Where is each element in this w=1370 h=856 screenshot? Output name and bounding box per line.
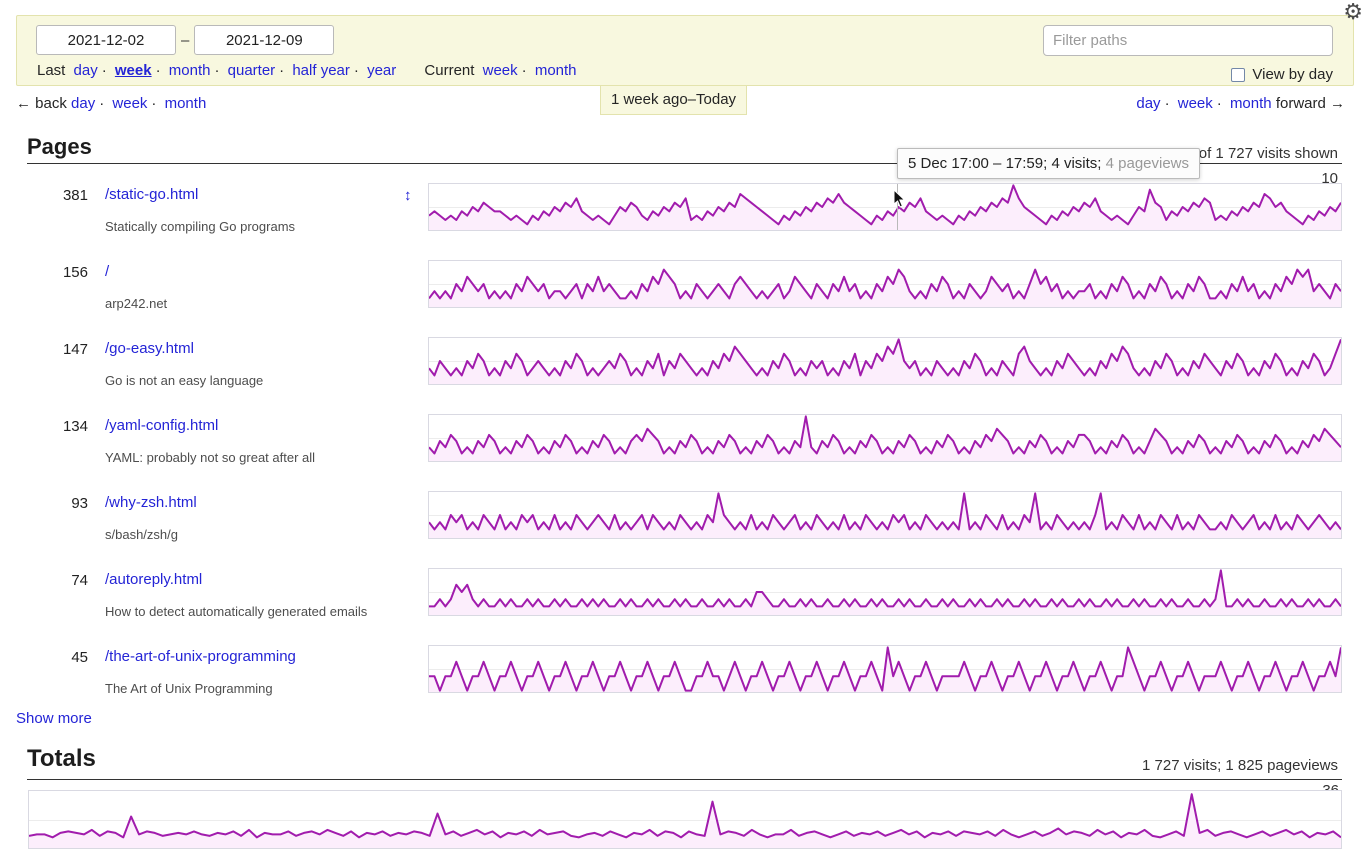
sparkline: [429, 184, 1341, 230]
pages-list: 381 /static-go.html ↕ Statically compili…: [0, 183, 1370, 722]
date-range-picker: –: [36, 25, 334, 55]
totals-divider: [27, 779, 1342, 780]
filter-paths-input[interactable]: [1043, 25, 1333, 56]
totals-note: 1 727 visits; 1 825 pageviews: [1142, 757, 1338, 774]
page-sparkline-chart[interactable]: [428, 568, 1342, 616]
page-path-link[interactable]: /static-go.html: [105, 186, 198, 203]
page-path-link[interactable]: /yaml-config.html: [105, 417, 218, 434]
sparkline: [429, 415, 1341, 461]
visit-count: 381: [0, 187, 88, 204]
current-label: Current: [424, 62, 474, 79]
back-week-link[interactable]: week: [112, 95, 147, 112]
sparkline: [429, 569, 1341, 615]
back-month-link[interactable]: month: [165, 95, 207, 112]
forward-month-link[interactable]: month: [1230, 95, 1272, 112]
view-by-day-label: View by day: [1252, 66, 1333, 83]
page-path-link[interactable]: /go-easy.html: [105, 340, 194, 357]
page-title: arp242.net: [105, 296, 167, 311]
sparkline: [429, 261, 1341, 307]
visit-count: 74: [0, 572, 88, 589]
date-from-input[interactable]: [36, 25, 176, 55]
back-day-link[interactable]: day: [71, 95, 95, 112]
visit-count: 45: [0, 649, 88, 666]
settings-gear-icon[interactable]: ⚙: [1343, 1, 1363, 23]
view-by-day-checkbox[interactable]: [1231, 68, 1245, 82]
date-to-input[interactable]: [194, 25, 334, 55]
page-sparkline-chart[interactable]: [428, 260, 1342, 308]
sparkline: [429, 646, 1341, 692]
totals-sparkline: [29, 791, 1341, 848]
range-last-week[interactable]: week: [115, 62, 152, 79]
range-last-year[interactable]: year: [367, 62, 396, 79]
page-sparkline-chart[interactable]: [428, 645, 1342, 693]
chart-tooltip: 5 Dec 17:00 – 17:59; 4 visits; 4 pagevie…: [897, 148, 1200, 179]
range-current-month[interactable]: month: [535, 62, 577, 79]
page-row: 45 /the-art-of-unix-programming The Art …: [0, 645, 1370, 722]
page-row: 93 /why-zsh.html s/bash/zsh/g: [0, 491, 1370, 568]
back-label[interactable]: ← back: [16, 95, 67, 112]
page-row: 147 /go-easy.html Go is not an easy lang…: [0, 337, 1370, 414]
range-last-day[interactable]: day: [74, 62, 98, 79]
sparkline: [429, 492, 1341, 538]
page-title: Statically compiling Go programs: [105, 219, 295, 234]
page-title: Go is not an easy language: [105, 373, 263, 388]
mouse-cursor: [893, 189, 907, 209]
page-title: YAML: probably not so great after all: [105, 450, 315, 465]
toolbar: – Last day· week· month· quarter· half y…: [16, 15, 1354, 86]
visit-count: 147: [0, 341, 88, 358]
page-row: 381 /static-go.html ↕ Statically compili…: [0, 183, 1370, 260]
range-current-week[interactable]: week: [483, 62, 518, 79]
page-sparkline-chart[interactable]: [428, 491, 1342, 539]
page-title: s/bash/zsh/g: [105, 527, 178, 542]
last-label: Last: [37, 62, 65, 79]
quick-range-links: Last day· week· month· quarter· half yea…: [37, 62, 577, 79]
forward-day-link[interactable]: day: [1136, 95, 1160, 112]
page-title: The Art of Unix Programming: [105, 681, 273, 696]
page-path-link[interactable]: /autoreply.html: [105, 571, 202, 588]
page-path-link[interactable]: /: [105, 263, 109, 280]
forward-label[interactable]: forward →: [1276, 95, 1345, 112]
sparkline: [429, 338, 1341, 384]
visit-count: 156: [0, 264, 88, 281]
visit-count: 134: [0, 418, 88, 435]
range-last-half-year[interactable]: half year: [292, 62, 350, 79]
totals-heading: Totals: [27, 745, 96, 773]
pages-heading: Pages: [27, 134, 92, 160]
page-sparkline-chart[interactable]: [428, 414, 1342, 462]
scale-toggle-icon[interactable]: ↕: [404, 187, 412, 204]
page-row: 74 /autoreply.html How to detect automat…: [0, 568, 1370, 645]
tooltip-visits-text: 5 Dec 17:00 – 17:59; 4 visits;: [908, 155, 1101, 172]
totals-chart[interactable]: [28, 790, 1342, 849]
visit-count: 93: [0, 495, 88, 512]
page-title: How to detect automatically generated em…: [105, 604, 367, 619]
show-more-link[interactable]: Show more: [16, 710, 92, 727]
page-sparkline-chart[interactable]: [428, 337, 1342, 385]
view-by-day-control: View by day: [1231, 66, 1333, 83]
range-last-quarter[interactable]: quarter: [228, 62, 276, 79]
range-last-month[interactable]: month: [169, 62, 211, 79]
tooltip-pageviews-text: 4 pageviews: [1106, 155, 1189, 172]
forward-week-link[interactable]: week: [1178, 95, 1213, 112]
date-range-dash: –: [181, 32, 189, 49]
page-row: 134 /yaml-config.html YAML: probably not…: [0, 414, 1370, 491]
page-path-link[interactable]: /the-art-of-unix-programming: [105, 648, 296, 665]
page-sparkline-chart[interactable]: [428, 183, 1342, 231]
page-path-link[interactable]: /why-zsh.html: [105, 494, 197, 511]
page-row: 156 / arp242.net: [0, 260, 1370, 337]
current-range-tab: 1 week ago–Today: [600, 86, 747, 115]
